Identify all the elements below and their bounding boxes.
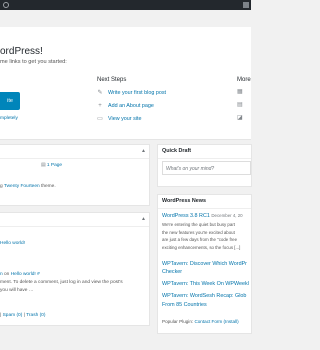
comments-icon[interactable]: ▤ [237, 102, 245, 108]
comment-filters: | Spam (0) | Trash (0) [0, 313, 46, 318]
comment-meta: n on Hello world! # [0, 272, 40, 277]
activity-widget [0, 212, 150, 326]
view-icon: ▭ [97, 116, 103, 122]
news-link[interactable]: WPTavern: Discover Which WordPr [162, 261, 247, 267]
admin-bar [0, 0, 251, 10]
news-link[interactable]: From 85 Countries [162, 302, 207, 308]
quick-draft-title: Quick Draft [162, 148, 192, 154]
learn-more-icon[interactable]: ◪ [237, 115, 245, 121]
comment-post-link[interactable]: Hello world! # [11, 272, 40, 277]
welcome-panel [0, 27, 251, 140]
welcome-title: ordPress! [0, 46, 43, 57]
popular-plugin-link[interactable]: Contact Form (Install) [194, 319, 238, 324]
widget-toggle-button[interactable]: ▲ [141, 148, 146, 154]
news-headline: WordPress 3.8 RC1 December 4, 20 [162, 213, 243, 219]
dismiss-link[interactable]: mpletely [0, 116, 18, 121]
quick-draft-input[interactable]: What's on your mind? [162, 161, 251, 175]
comment-excerpt-2: you will have … [0, 288, 34, 293]
theme-link[interactable]: Twenty Fourteen [4, 184, 40, 189]
wordpress-logo-icon[interactable] [3, 2, 9, 8]
next-step-label: Write your first blog post [108, 90, 167, 96]
news-link[interactable]: Checker [162, 269, 182, 275]
widget-header [0, 145, 149, 159]
trash-link[interactable]: Trash (0) [26, 313, 45, 318]
pages-count-link[interactable]: ▤ 1 Page [41, 163, 62, 168]
widgets-icon[interactable]: ▦ [237, 89, 245, 95]
wordpress-news-title: WordPress News [162, 198, 206, 204]
news-link[interactable]: WPTavern: WordSesh Recap: Glob [162, 293, 246, 299]
comment-excerpt-1: ment. To delete a comment, just log in a… [0, 280, 123, 285]
at-a-glance-widget [0, 144, 150, 206]
plus-icon: + [98, 103, 102, 109]
widget-header [0, 213, 149, 227]
avatar[interactable] [243, 2, 249, 8]
customize-site-button[interactable]: ite [0, 92, 20, 110]
next-step-view-site[interactable]: ▭ View your site [97, 115, 141, 123]
next-step-label: View your site [108, 116, 142, 122]
next-steps-title: Next Steps [97, 77, 127, 83]
theme-info: g Twenty Fourteen theme. [0, 184, 56, 189]
welcome-subtitle: me links to get you started: [0, 59, 67, 65]
next-step-label: Add an About page [108, 103, 154, 109]
more-actions-title: More [237, 77, 251, 83]
edit-icon: ✎ [97, 90, 103, 96]
spam-link[interactable]: Spam (0) [3, 313, 23, 318]
popular-plugin: Popular Plugin: Contact Form (Install) [162, 319, 239, 324]
news-link[interactable]: WPTavern: This Week On WPWeekl [162, 281, 249, 287]
news-excerpt: We're entering the quiet but busy part t… [162, 222, 241, 250]
next-step-add-about[interactable]: + Add an About page [97, 102, 154, 110]
next-step-write-post[interactable]: ✎ Write your first blog post [97, 89, 166, 97]
recent-post-link[interactable]: Hello world! [0, 241, 25, 246]
widget-toggle-button[interactable]: ▲ [141, 216, 146, 222]
